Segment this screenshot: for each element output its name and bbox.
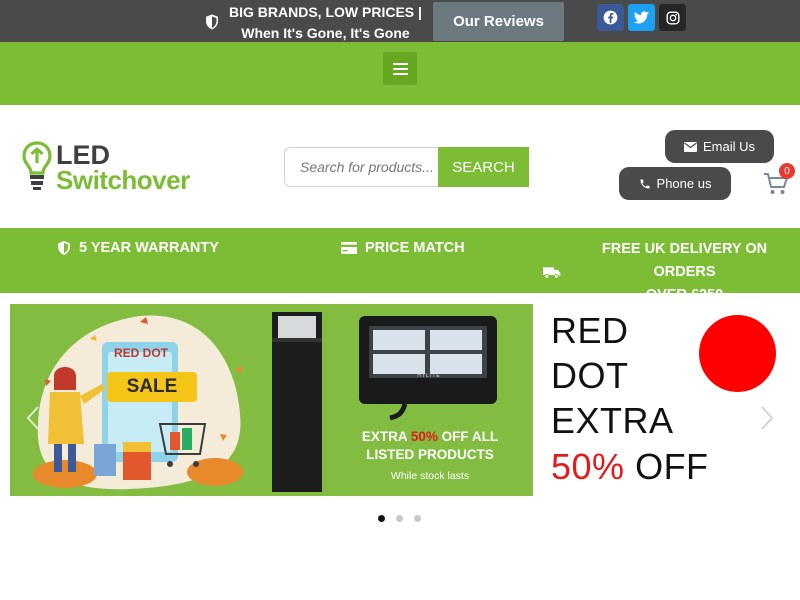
bulb-icon [22, 141, 52, 190]
offer-line-3: While stock lasts [390, 470, 470, 482]
chevron-left-icon[interactable] [26, 405, 40, 431]
phone-icon [640, 179, 650, 188]
promo-line-1: BIG BRANDS, LOW PRICES | [229, 4, 422, 20]
envelope-icon [683, 141, 697, 152]
offer-suffix: OFF ALL [437, 429, 499, 444]
feature-free-delivery: FREE UK DELIVERY ON ORDERS OVER £250 [543, 238, 800, 307]
offer-prefix: EXTRA [361, 429, 411, 444]
credit-card-icon [341, 242, 357, 254]
headline-line-3: EXTRA [551, 400, 674, 441]
feature-warranty: 5 YEAR WARRANTY [57, 240, 219, 256]
product-search-input[interactable] [284, 147, 439, 187]
bollard-light-image [272, 312, 322, 492]
red-dot-graphic [699, 315, 776, 392]
sale-board: RED DOT [106, 346, 176, 360]
slider-dot-1[interactable] [378, 515, 385, 522]
top-bar: BIG BRANDS, LOW PRICES | When It's Gone,… [0, 0, 800, 42]
shield-icon [58, 241, 70, 255]
slider-dot-3[interactable] [414, 515, 421, 522]
promo-line-2: When It's Gone, It's Gone [241, 25, 410, 41]
hamburger-menu-icon[interactable] [383, 52, 417, 85]
product-brand-label: HYLITE [417, 373, 441, 379]
promo-banner: BIG BRANDS, LOW PRICES | When It's Gone,… [203, 2, 422, 44]
hero-slide-headline[interactable]: RED DOT EXTRA 50% OFF [533, 304, 800, 496]
slider-dot-2[interactable] [396, 515, 403, 522]
headline-line-2: DOT [551, 355, 629, 396]
feature-price-match: PRICE MATCH [341, 240, 465, 256]
instagram-icon[interactable] [659, 4, 686, 31]
cart-icon[interactable]: 0 [763, 163, 795, 196]
sale-badge-line-1: RED DOT [114, 346, 168, 360]
features-bar: 5 YEAR WARRANTY PRICE MATCH FREE UK DELI… [0, 228, 800, 303]
headline-percent: 50% [551, 446, 625, 487]
logo-text-switchover: Switchover [56, 165, 190, 195]
headline-off: OFF [624, 446, 709, 487]
offer-line-2: LISTED PRODUCTS [366, 447, 494, 462]
hero-slide-promo[interactable]: RED DOT SALE HYLITE EXTRA 50% OFF ALL LI… [10, 304, 533, 496]
email-us-button[interactable]: Email Us [665, 130, 774, 163]
offer-percent: 50% [410, 429, 438, 444]
chevron-right-icon[interactable] [760, 405, 774, 431]
sale-badge: SALE [107, 372, 197, 402]
floodlight-image [359, 316, 497, 421]
phone-us-label: Phone us [656, 176, 712, 191]
feature-price-match-label: PRICE MATCH [365, 240, 465, 256]
phone-us-button[interactable]: Phone us [619, 167, 731, 200]
cart-count-badge: 0 [779, 163, 795, 179]
offer-text-block: EXTRA 50% OFF ALL LISTED PRODUCTS While … [345, 428, 515, 488]
site-logo[interactable]: LED Switchover [22, 140, 202, 195]
headline-line-1: RED [551, 310, 629, 351]
twitter-icon[interactable] [628, 4, 655, 31]
feature-warranty-label: 5 YEAR WARRANTY [79, 240, 219, 256]
our-reviews-button[interactable]: Our Reviews [433, 2, 564, 41]
shield-icon [206, 14, 218, 30]
truck-icon [543, 267, 561, 279]
sale-badge-line-2: SALE [126, 376, 178, 397]
facebook-icon[interactable] [597, 4, 624, 31]
slider-pagination [378, 515, 421, 522]
headline-line-4: 50% OFF [551, 449, 709, 485]
email-us-label: Email Us [702, 139, 755, 154]
search-button[interactable]: SEARCH [438, 147, 529, 187]
feature-delivery-line-1: FREE UK DELIVERY ON ORDERS [601, 241, 768, 280]
